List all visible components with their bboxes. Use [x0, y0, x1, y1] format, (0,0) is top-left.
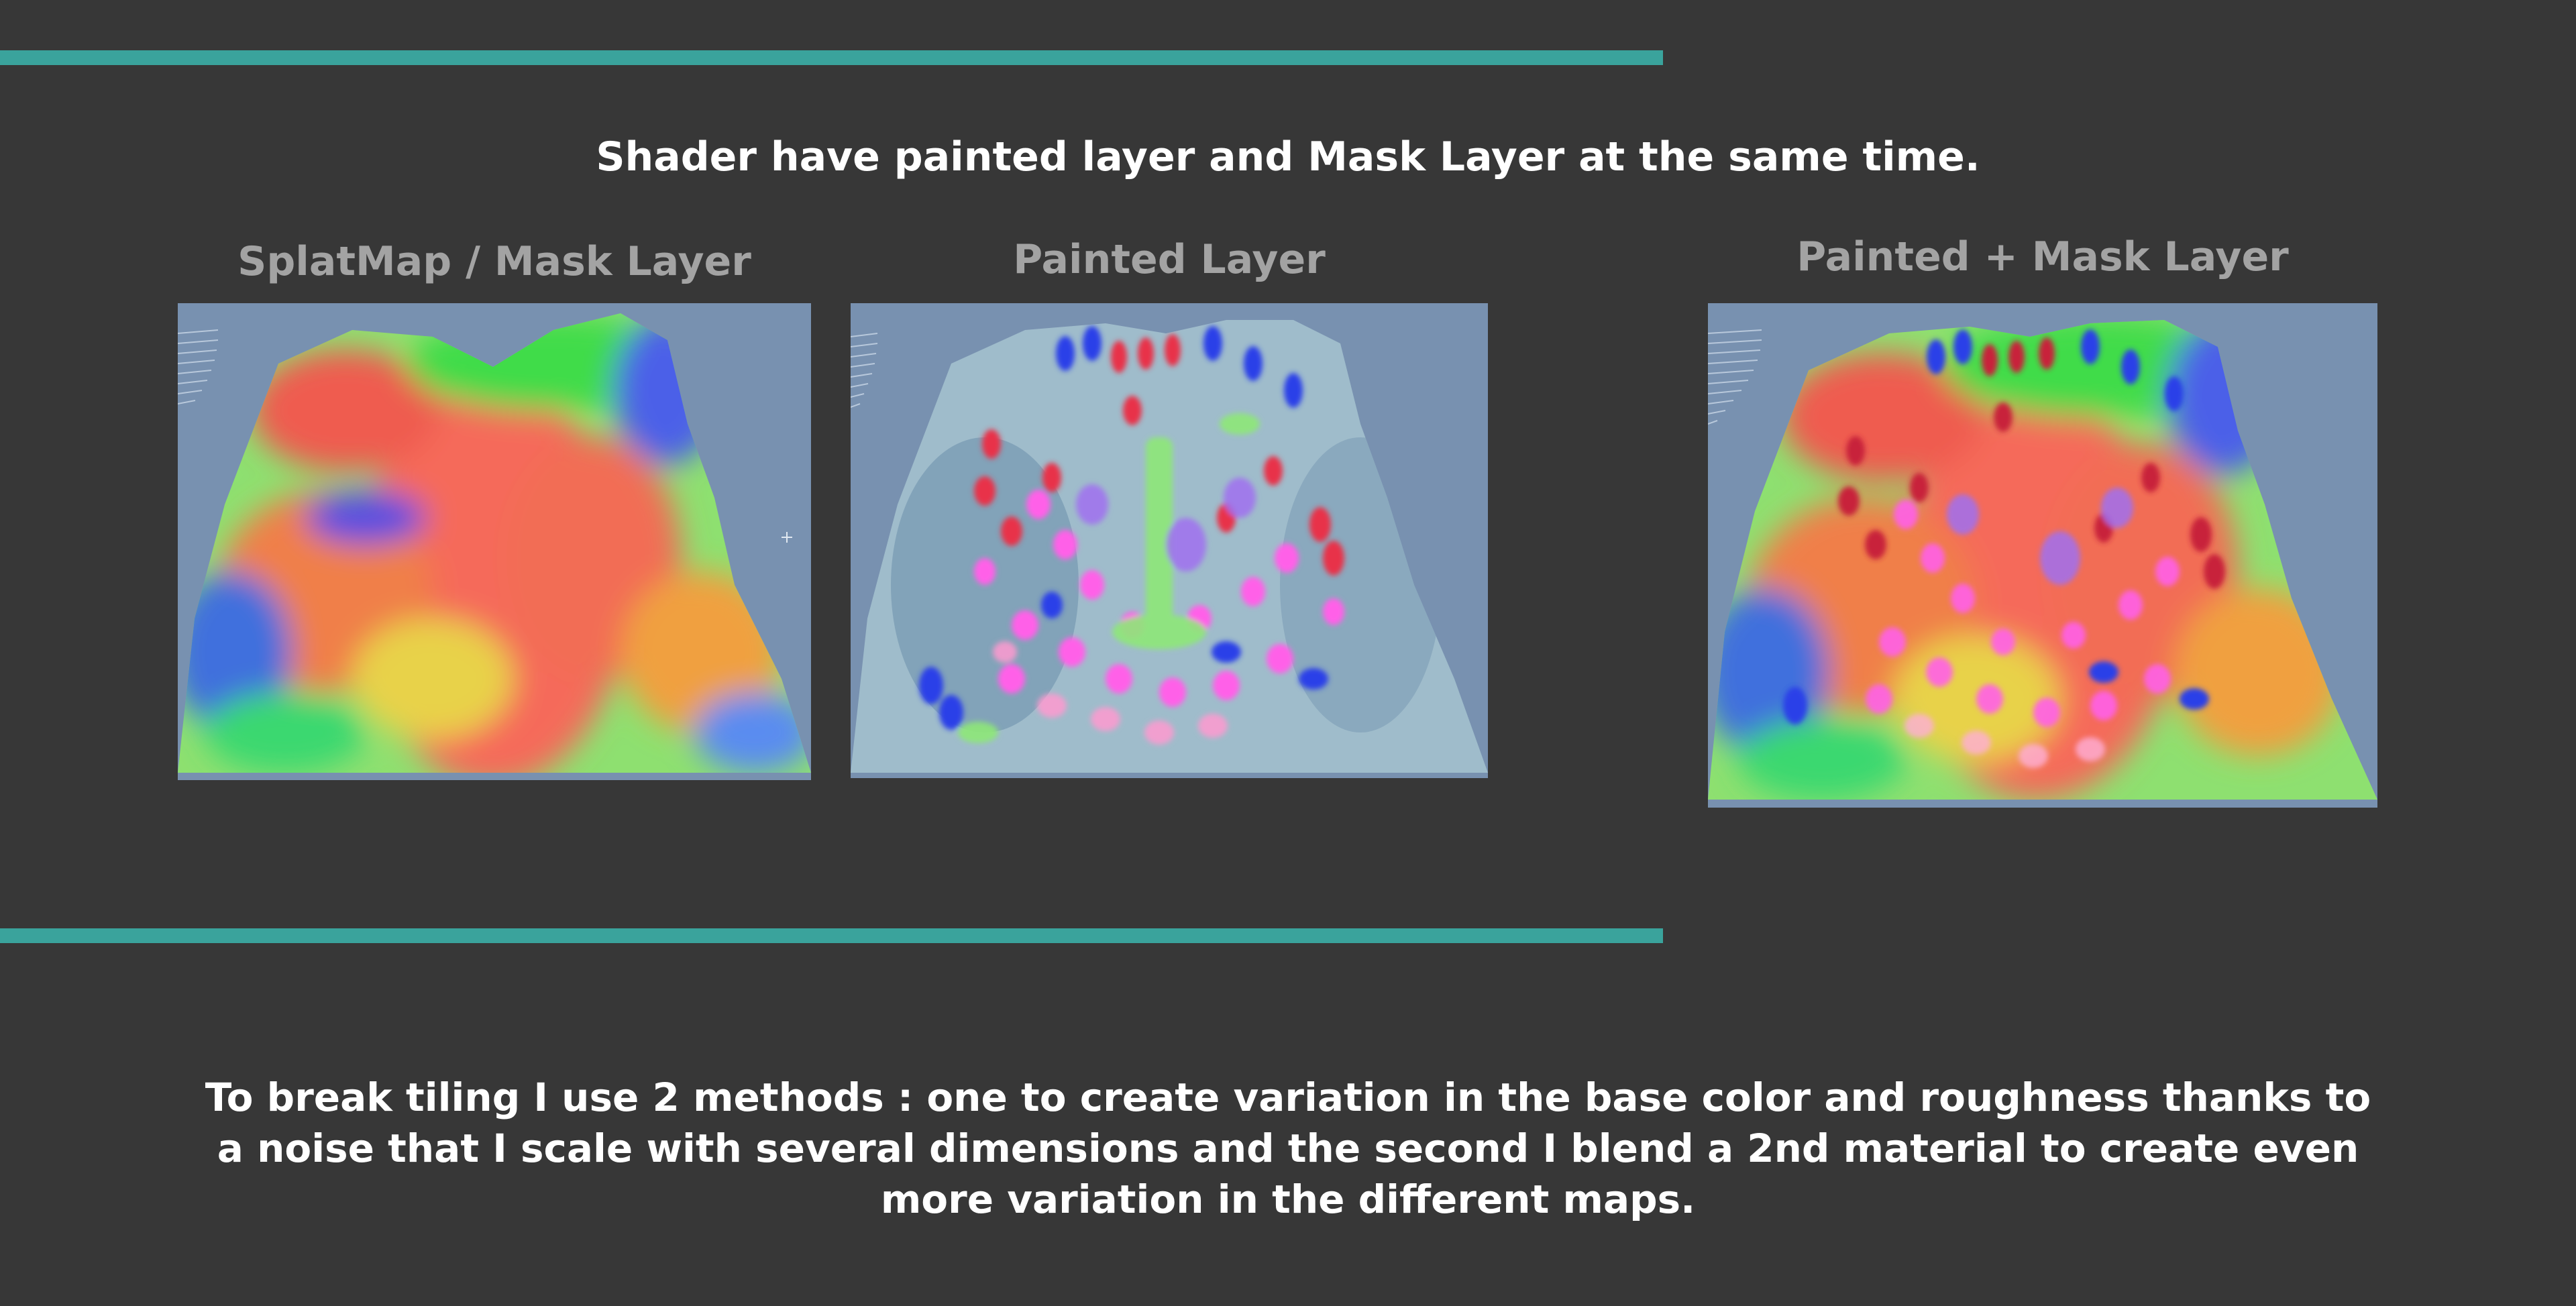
- slide-headline: Shader have painted layer and Mask Layer…: [596, 133, 1980, 180]
- painted-layer-terrain-illustration: [851, 303, 1488, 778]
- bottom-divider: [0, 928, 1663, 943]
- description-paragraph: To break tiling I use 2 methods : one to…: [80, 1072, 2496, 1225]
- description-line-3: more variation in the different maps.: [880, 1177, 1696, 1222]
- top-divider: [0, 50, 1663, 65]
- splatmap-terrain-image: [178, 303, 811, 780]
- caption-painted-mask-layer: Painted + Mask Layer: [1796, 233, 2289, 280]
- description-line-2: a noise that I scale with several dimens…: [217, 1126, 2359, 1171]
- painted-layer-terrain-image: [851, 303, 1488, 778]
- caption-painted-layer: Painted Layer: [1013, 236, 1326, 283]
- painted-mask-terrain-image: [1708, 303, 2377, 808]
- splatmap-terrain-illustration: [178, 303, 811, 780]
- painted-mask-terrain-illustration: [1708, 303, 2377, 808]
- caption-splatmap-mask-layer: SplatMap / Mask Layer: [237, 238, 751, 285]
- description-line-1: To break tiling I use 2 methods : one to…: [205, 1075, 2371, 1120]
